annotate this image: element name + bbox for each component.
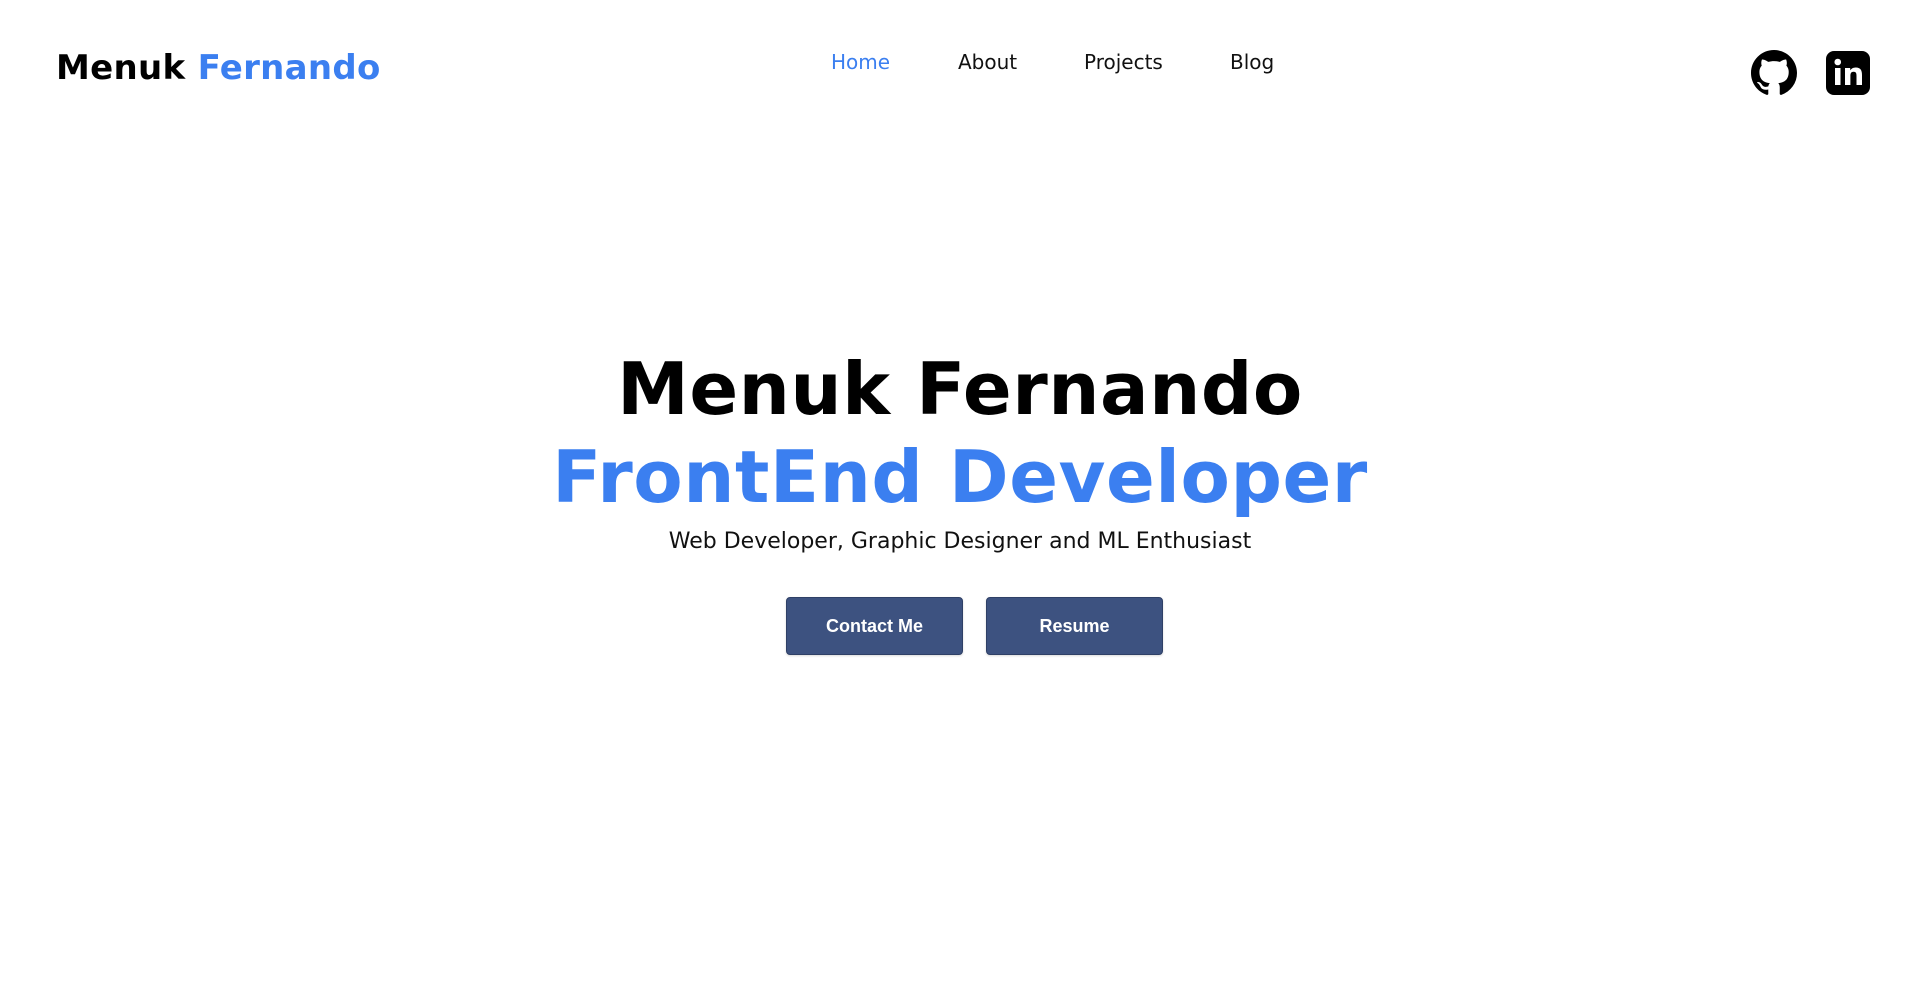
hero-buttons: Contact Me Resume bbox=[0, 597, 1920, 655]
linkedin-link[interactable] bbox=[1825, 50, 1871, 96]
github-link[interactable] bbox=[1751, 50, 1797, 96]
nav-blog-link[interactable]: Blog bbox=[1230, 50, 1274, 74]
linkedin-icon bbox=[1826, 51, 1870, 95]
hero-tagline: Web Developer, Graphic Designer and ML E… bbox=[668, 529, 1252, 554]
site-header: Menuk Fernando Home About Projects Blog bbox=[0, 0, 1920, 140]
github-icon bbox=[1751, 50, 1797, 95]
nav-about-link[interactable]: About bbox=[958, 50, 1017, 74]
nav-projects-link[interactable]: Projects bbox=[1084, 50, 1163, 74]
contact-me-button[interactable]: Contact Me bbox=[786, 597, 963, 655]
main-nav: Home About Projects Blog bbox=[0, 50, 1920, 80]
hero-role: FrontEnd Developer bbox=[552, 435, 1368, 519]
nav-home-link[interactable]: Home bbox=[831, 50, 890, 74]
hero-section: Menuk Fernando FrontEnd Developer Web De… bbox=[0, 345, 1920, 557]
hero-name: Menuk Fernando bbox=[617, 347, 1303, 431]
resume-button[interactable]: Resume bbox=[986, 597, 1163, 655]
